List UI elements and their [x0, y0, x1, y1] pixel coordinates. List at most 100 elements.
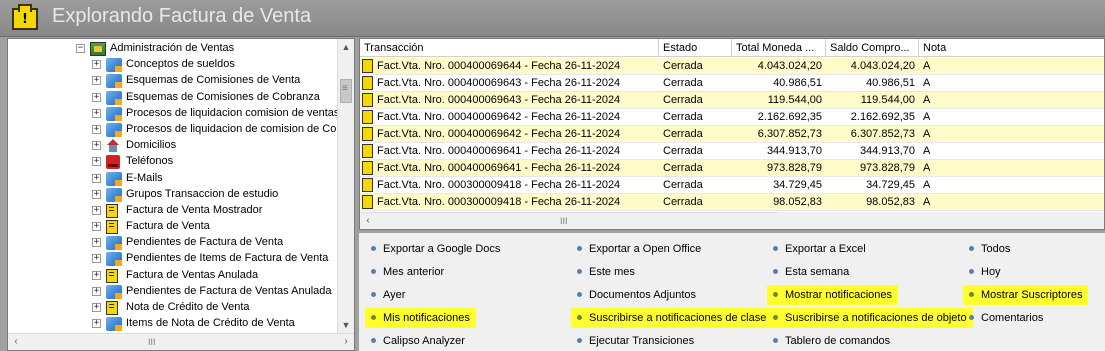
bullet-icon [773, 269, 778, 274]
action-link-documentos-adjuntos[interactable]: Documentos Adjuntos [571, 285, 702, 305]
tree-item[interactable]: + Procesos de liquidacion comision de ven… [8, 106, 339, 122]
tree-item[interactable]: − Administración de Ventas [8, 41, 338, 57]
table-row[interactable]: Fact.Vta. Nro. 000400069642 - Fecha 26-1… [360, 109, 1104, 126]
action-link-calipso-analyzer[interactable]: Calipso Analyzer [365, 331, 471, 351]
column-header-nota[interactable]: Nota [919, 39, 1104, 57]
action-link-mis-notificaciones[interactable]: Mis notificaciones [365, 308, 476, 328]
tree-horizontal-scrollbar[interactable]: ‹ III › [8, 333, 354, 350]
home-icon [106, 139, 120, 153]
action-link-mostrar-notificaciones[interactable]: Mostrar notificaciones [767, 285, 898, 305]
table-row[interactable]: Fact.Vta. Nro. 000300009418 - Fecha 26-1… [360, 194, 1104, 211]
scroll-down-arrow-icon[interactable]: ▼ [338, 317, 354, 333]
tree-item[interactable]: + Conceptos de sueldos [8, 57, 338, 73]
expand-icon[interactable]: + [92, 270, 101, 280]
cell-total: 34.729,45 [773, 179, 822, 191]
table-row[interactable]: Fact.Vta. Nro. 000400069644 - Fecha 26-1… [360, 58, 1104, 75]
action-link-ayer[interactable]: Ayer [365, 285, 411, 305]
cell-saldo: 119.544,00 [860, 94, 915, 106]
tree-item[interactable]: + Esquemas de Comisiones de Cobranza [8, 90, 338, 106]
expand-icon[interactable]: + [92, 76, 101, 86]
navigation-tree[interactable]: − Administración de Ventas + Conceptos de s… [7, 38, 355, 351]
scroll-up-arrow-icon[interactable]: ▲ [338, 39, 354, 55]
tree-item[interactable]: + Procesos de liquidacion de comision de … [8, 122, 342, 138]
action-link-ejecutar-transiciones[interactable]: Ejecutar Transiciones [571, 331, 700, 351]
invoice-doc-icon [362, 110, 373, 124]
expand-icon[interactable]: + [92, 157, 101, 167]
tree-item[interactable]: + Esquemas de Comisiones de Venta [8, 73, 338, 89]
cell-estado: Cerrada [663, 60, 703, 72]
column-header-total[interactable]: Total Moneda ... [732, 39, 826, 57]
action-label: Suscribirse a notificaciones de clase [589, 312, 767, 324]
action-link-esta-semana[interactable]: Esta semana [767, 262, 855, 282]
expand-icon[interactable]: + [92, 222, 101, 232]
column-header-transaccion[interactable]: Transacción [360, 39, 659, 57]
tree-item[interactable]: + Nota de Crédito de Venta [8, 300, 338, 316]
scroll-grip[interactable]: III [148, 337, 156, 347]
action-label: Exportar a Excel [785, 243, 866, 255]
scroll-right-arrow-icon[interactable]: › [338, 334, 354, 350]
expand-icon[interactable]: + [92, 60, 101, 70]
folder-icon [106, 122, 122, 137]
action-link-hoy[interactable]: Hoy [963, 262, 1007, 282]
expand-icon[interactable]: + [92, 108, 101, 118]
table-row[interactable]: Fact.Vta. Nro. 000400069643 - Fecha 26-1… [360, 92, 1104, 109]
collapse-icon[interactable]: − [76, 44, 85, 53]
tree-item[interactable]: + Pendientes de Factura de Ventas Anulada [8, 284, 338, 300]
cell-total: 4.043.024,20 [757, 60, 822, 72]
expand-icon[interactable]: + [92, 303, 101, 312]
folder-icon [106, 284, 122, 299]
action-link-exportar-a-excel[interactable]: Exportar a Excel [767, 239, 872, 259]
table-row[interactable]: Fact.Vta. Nro. 000400069641 - Fecha 26-1… [360, 143, 1104, 160]
expand-icon[interactable]: + [92, 254, 101, 264]
expand-icon[interactable]: + [92, 141, 101, 151]
tree-item[interactable]: + Factura de Ventas Anulada [8, 268, 338, 284]
scroll-left-arrow-icon[interactable]: ‹ [360, 213, 376, 229]
action-link-comentarios[interactable]: Comentarios [963, 308, 1049, 328]
expand-icon[interactable]: + [92, 286, 101, 296]
folder-icon [106, 74, 122, 89]
action-link-exportar-a-google-docs[interactable]: Exportar a Google Docs [365, 239, 506, 259]
expand-icon[interactable]: + [92, 238, 101, 248]
column-header-estado[interactable]: Estado [659, 39, 732, 57]
bullet-icon [577, 246, 582, 251]
action-label: Exportar a Google Docs [383, 243, 501, 255]
tree-item[interactable]: + Pendientes de Items de Factura de Venta [8, 251, 338, 267]
tree-item[interactable]: + Pendientes de Factura de Venta [8, 235, 338, 251]
table-horizontal-scrollbar[interactable]: ‹ III [360, 212, 778, 229]
expand-icon[interactable]: + [92, 92, 101, 102]
tree-item[interactable]: + E-Mails [8, 171, 338, 187]
action-link-este-mes[interactable]: Este mes [571, 262, 641, 282]
action-link-suscribirse-a-notificaciones-de-objeto[interactable]: Suscribirse a notificaciones de objeto [767, 308, 973, 328]
table-row[interactable]: Fact.Vta. Nro. 000300009418 - Fecha 26-1… [360, 177, 1104, 194]
invoice-doc-icon [362, 127, 373, 141]
tree-item[interactable]: + Factura de Venta [8, 219, 338, 235]
scroll-left-arrow-icon[interactable]: ‹ [8, 334, 24, 350]
tree-vertical-scrollbar[interactable]: ▲ ▼ [337, 39, 354, 333]
scroll-grip[interactable]: III [560, 216, 568, 226]
tree-item[interactable]: + Grupos Transaccion de estudio [8, 187, 338, 203]
action-link-mostrar-suscriptores[interactable]: Mostrar Suscriptores [963, 285, 1089, 305]
tree-item[interactable]: + Factura de Venta Mostrador [8, 203, 338, 219]
expand-icon[interactable]: + [92, 124, 101, 134]
bullet-icon [969, 246, 974, 251]
table-row[interactable]: Fact.Vta. Nro. 000400069643 - Fecha 26-1… [360, 75, 1104, 92]
tree-item[interactable]: + Items de Nota de Crédito de Venta [8, 316, 338, 332]
table-row[interactable]: Fact.Vta. Nro. 000400069642 - Fecha 26-1… [360, 126, 1104, 143]
action-link-exportar-a-open-office[interactable]: Exportar a Open Office [571, 239, 707, 259]
expand-icon[interactable]: + [92, 173, 101, 183]
tree-scroll-thumb[interactable] [340, 79, 352, 103]
action-link-mes-anterior[interactable]: Mes anterior [365, 262, 450, 282]
cell-estado: Cerrada [663, 128, 703, 140]
action-link-todos[interactable]: Todos [963, 239, 1016, 259]
expand-icon[interactable]: + [92, 189, 101, 199]
action-label: Exportar a Open Office [589, 243, 702, 255]
action-link-suscribirse-a-notificaciones-de-clase[interactable]: Suscribirse a notificaciones de clase [571, 308, 773, 328]
tree-item[interactable]: + Teléfonos [8, 154, 338, 170]
expand-icon[interactable]: + [92, 319, 101, 329]
expand-icon[interactable]: + [92, 205, 101, 215]
action-link-tablero-de-comandos[interactable]: Tablero de comandos [767, 331, 896, 351]
tree-item[interactable]: + Domicilios [8, 138, 338, 154]
cell-transaccion: Fact.Vta. Nro. 000400069643 - Fecha 26-1… [377, 77, 621, 89]
table-row[interactable]: Fact.Vta. Nro. 000400069641 - Fecha 26-1… [360, 160, 1104, 177]
column-header-saldo[interactable]: Saldo Compro... [826, 39, 919, 57]
